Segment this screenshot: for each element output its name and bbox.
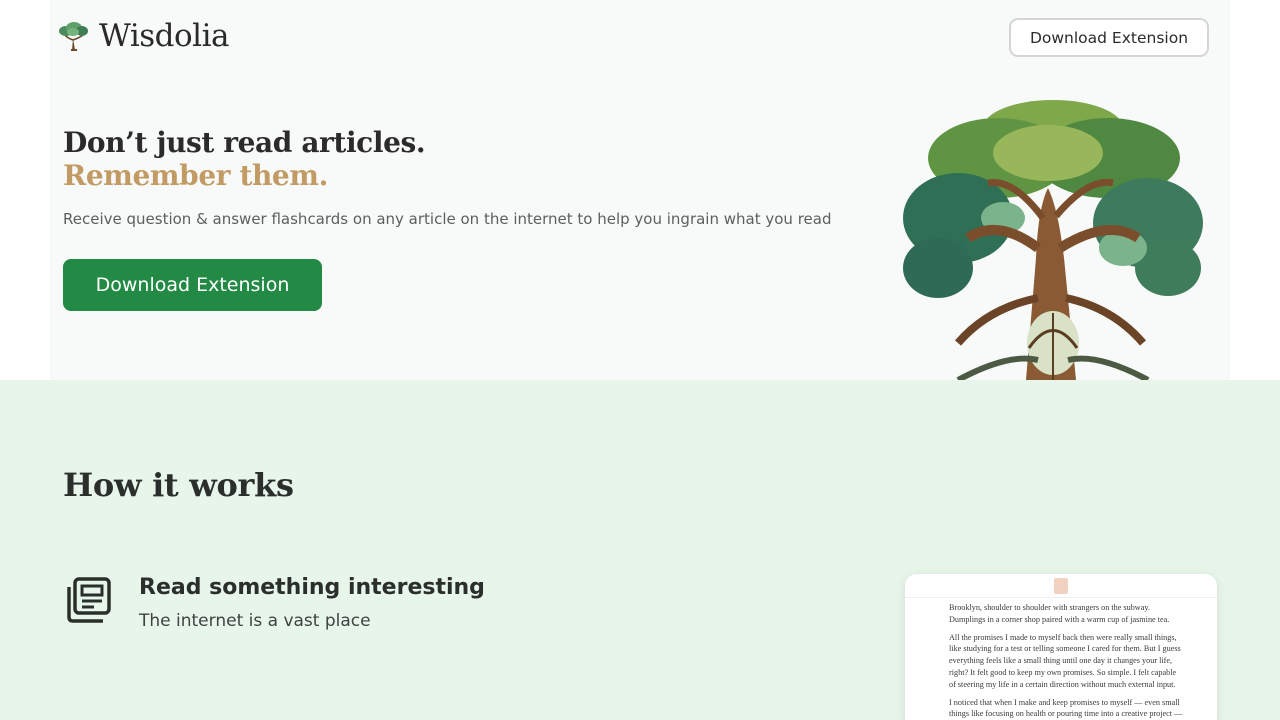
header-download-button[interactable]: Download Extension [1009,18,1209,57]
hero-subtitle: Receive question & answer flashcards on … [63,210,832,228]
tree-illustration [903,100,1203,380]
newspaper-icon [67,577,111,623]
avatar [1054,577,1068,594]
hero-headline-accent: Remember them. [63,159,328,192]
tree-logo-icon [59,22,88,51]
site-header: Wisdolia Download Extension [0,0,1280,80]
step-title: Read something interesting [139,575,485,600]
card-header [905,574,1217,598]
hero-download-button[interactable]: Download Extension [63,259,322,311]
article-preview-card: Brooklyn, shoulder to shoulder with stra… [905,574,1217,720]
article-paragraph: I noticed that when I make and keep prom… [949,697,1183,719]
article-paragraph: Brooklyn, shoulder to shoulder with stra… [949,603,1170,624]
how-it-works-title: How it works [63,466,294,504]
article-paragraph: All the promises I made to myself back t… [949,632,1181,689]
article-preview-text: Brooklyn, shoulder to shoulder with stra… [905,598,1217,720]
logo[interactable]: Wisdolia [57,18,229,54]
brand-name: Wisdolia [99,18,229,54]
step-description: The internet is a vast place [139,611,371,631]
hero-headline: Don’t just read articles. [63,126,426,159]
